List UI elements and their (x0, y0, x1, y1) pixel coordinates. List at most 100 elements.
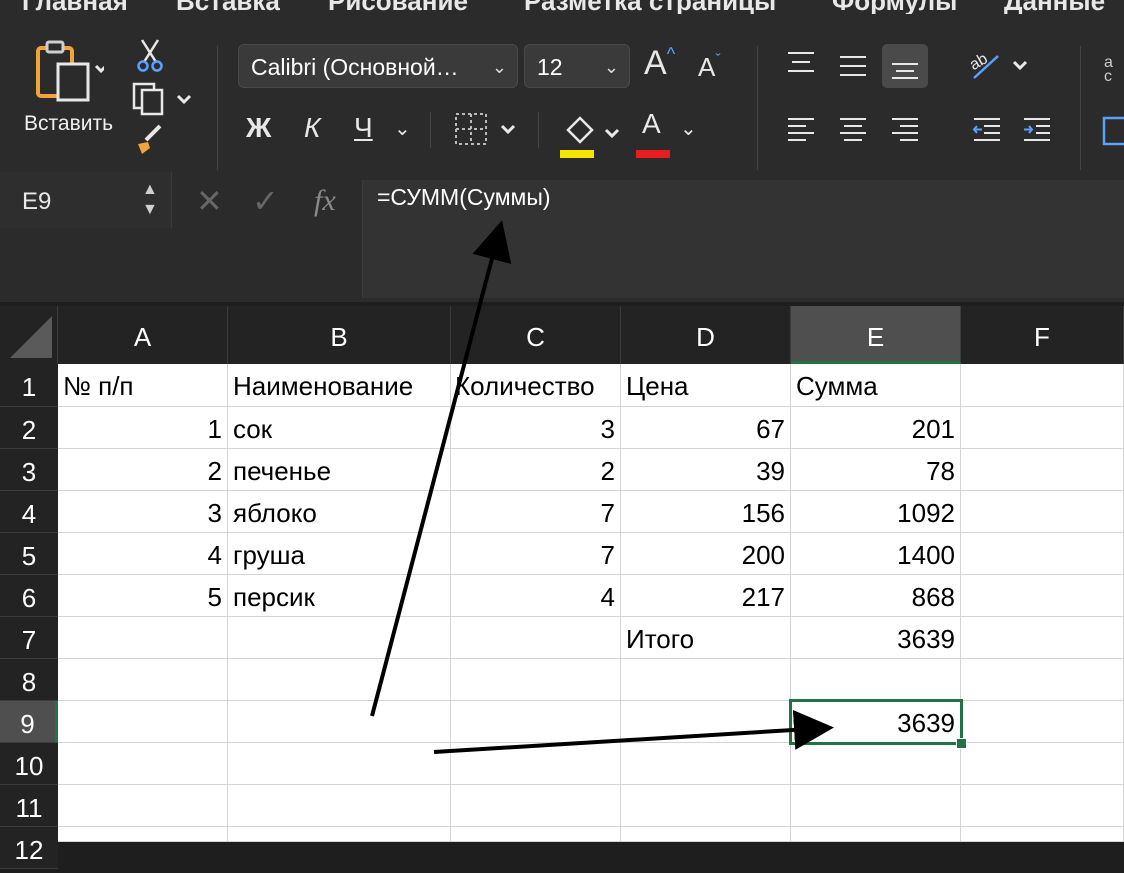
bold-button[interactable]: Ж (246, 112, 271, 144)
cell-c11[interactable] (451, 785, 621, 827)
cell-f10[interactable] (961, 743, 1124, 785)
cell-c8[interactable] (451, 659, 621, 701)
borders-button[interactable] (454, 112, 520, 151)
format-painter-button[interactable] (134, 122, 168, 161)
row-header-8[interactable]: 8 (0, 659, 58, 701)
cell-a11[interactable] (58, 785, 228, 827)
cell-e6[interactable]: 868 (791, 575, 961, 617)
cell-f12[interactable] (961, 827, 1124, 842)
formula-input[interactable]: =СУММ(Суммы) (362, 180, 1124, 298)
cell-c2[interactable]: 3 (451, 407, 621, 449)
cell-c9[interactable] (451, 701, 621, 743)
cell-f9[interactable] (961, 701, 1124, 743)
column-header-e[interactable]: E (791, 306, 961, 364)
cell-c3[interactable]: 2 (451, 449, 621, 491)
cell-a6[interactable]: 5 (58, 575, 228, 617)
cell-d12[interactable] (621, 827, 791, 842)
cell-d4[interactable]: 156 (621, 491, 791, 533)
tab-draw[interactable]: Рисование (328, 0, 468, 14)
row-header-10[interactable]: 10 (0, 743, 58, 785)
cell-b3[interactable]: печенье (228, 449, 451, 491)
cell-b9[interactable] (228, 701, 451, 743)
align-left-button[interactable] (786, 116, 816, 147)
row-header-5[interactable]: 5 (0, 533, 58, 575)
cell-d7[interactable]: Итого (621, 617, 791, 659)
cell-e2[interactable]: 201 (791, 407, 961, 449)
column-header-d[interactable]: D (621, 306, 791, 364)
merge-cells-button[interactable] (1102, 116, 1124, 151)
cell-a10[interactable] (58, 743, 228, 785)
cell-f6[interactable] (961, 575, 1124, 617)
cell-a9[interactable] (58, 701, 228, 743)
cell-f11[interactable] (961, 785, 1124, 827)
cancel-icon[interactable]: ✕ (196, 182, 223, 220)
cell-a8[interactable] (58, 659, 228, 701)
row-header-4[interactable]: 4 (0, 491, 58, 533)
cell-d3[interactable]: 39 (621, 449, 791, 491)
cell-d6[interactable]: 217 (621, 575, 791, 617)
cell-d1[interactable]: Цена (621, 364, 791, 407)
cell-f1[interactable] (961, 364, 1124, 407)
cell-a5[interactable]: 4 (58, 533, 228, 575)
align-bottom-button[interactable] (882, 44, 928, 88)
cell-c10[interactable] (451, 743, 621, 785)
copy-button[interactable] (132, 82, 196, 121)
cell-d2[interactable]: 67 (621, 407, 791, 449)
tab-data[interactable]: Данные (1004, 0, 1105, 14)
cell-e10[interactable] (791, 743, 961, 785)
cell-f5[interactable] (961, 533, 1124, 575)
cell-f7[interactable] (961, 617, 1124, 659)
row-header-7[interactable]: 7 (0, 617, 58, 659)
cell-b5[interactable]: груша (228, 533, 451, 575)
wrap-text-button[interactable]: ac (1104, 55, 1113, 85)
cell-e7[interactable]: 3639 (791, 617, 961, 659)
cell-b8[interactable] (228, 659, 451, 701)
cell-c4[interactable]: 7 (451, 491, 621, 533)
row-header-11[interactable]: 11 (0, 785, 58, 827)
tab-home[interactable]: Главная (22, 0, 128, 14)
fill-color-button[interactable] (560, 112, 626, 165)
italic-button[interactable]: К (304, 112, 321, 144)
select-all-corner[interactable] (0, 306, 58, 364)
cell-b11[interactable] (228, 785, 451, 827)
cell-f2[interactable] (961, 407, 1124, 449)
align-middle-button[interactable] (838, 54, 868, 83)
cell-e5[interactable]: 1400 (791, 533, 961, 575)
cell-a3[interactable]: 2 (58, 449, 228, 491)
font-size-dropdown[interactable]: 12 ⌄ (524, 44, 630, 88)
column-header-a[interactable]: A (58, 306, 228, 364)
cell-c12[interactable] (451, 827, 621, 842)
column-header-c[interactable]: C (451, 306, 621, 364)
paste-button[interactable]: Вставить (24, 40, 124, 150)
cell-e11[interactable] (791, 785, 961, 827)
cell-a4[interactable]: 3 (58, 491, 228, 533)
cell-e3[interactable]: 78 (791, 449, 961, 491)
row-header-12[interactable]: 12 (0, 827, 58, 869)
cell-f8[interactable] (961, 659, 1124, 701)
fill-handle[interactable] (956, 738, 967, 749)
grow-font-button[interactable]: A^ (644, 44, 675, 83)
row-header-6[interactable]: 6 (0, 575, 58, 617)
cell-c1[interactable]: Количество (451, 364, 621, 407)
tab-page-layout[interactable]: Разметка страницы (524, 0, 776, 14)
cell-a7[interactable] (58, 617, 228, 659)
cell-d9[interactable] (621, 701, 791, 743)
column-header-b[interactable]: B (228, 306, 451, 364)
cell-a1[interactable]: № п/п (58, 364, 228, 407)
cell-b12[interactable] (228, 827, 451, 842)
font-name-dropdown[interactable]: Calibri (Основной… ⌄ (238, 44, 518, 88)
cell-c5[interactable]: 7 (451, 533, 621, 575)
row-header-2[interactable]: 2 (0, 407, 58, 449)
text-orientation-button[interactable]: ab (967, 48, 1032, 87)
underline-button[interactable]: Ч (354, 112, 373, 144)
cell-d10[interactable] (621, 743, 791, 785)
cell-b4[interactable]: яблоко (228, 491, 451, 533)
shrink-font-button[interactable]: Aˇ (698, 52, 721, 83)
row-header-9[interactable]: 9 (0, 701, 58, 743)
row-header-3[interactable]: 3 (0, 449, 58, 491)
cell-b1[interactable]: Наименование (228, 364, 451, 407)
align-top-button[interactable] (786, 50, 816, 79)
cell-e12[interactable] (791, 827, 961, 842)
cell-d5[interactable]: 200 (621, 533, 791, 575)
underline-options-chevron[interactable]: ⌄ (394, 116, 411, 141)
